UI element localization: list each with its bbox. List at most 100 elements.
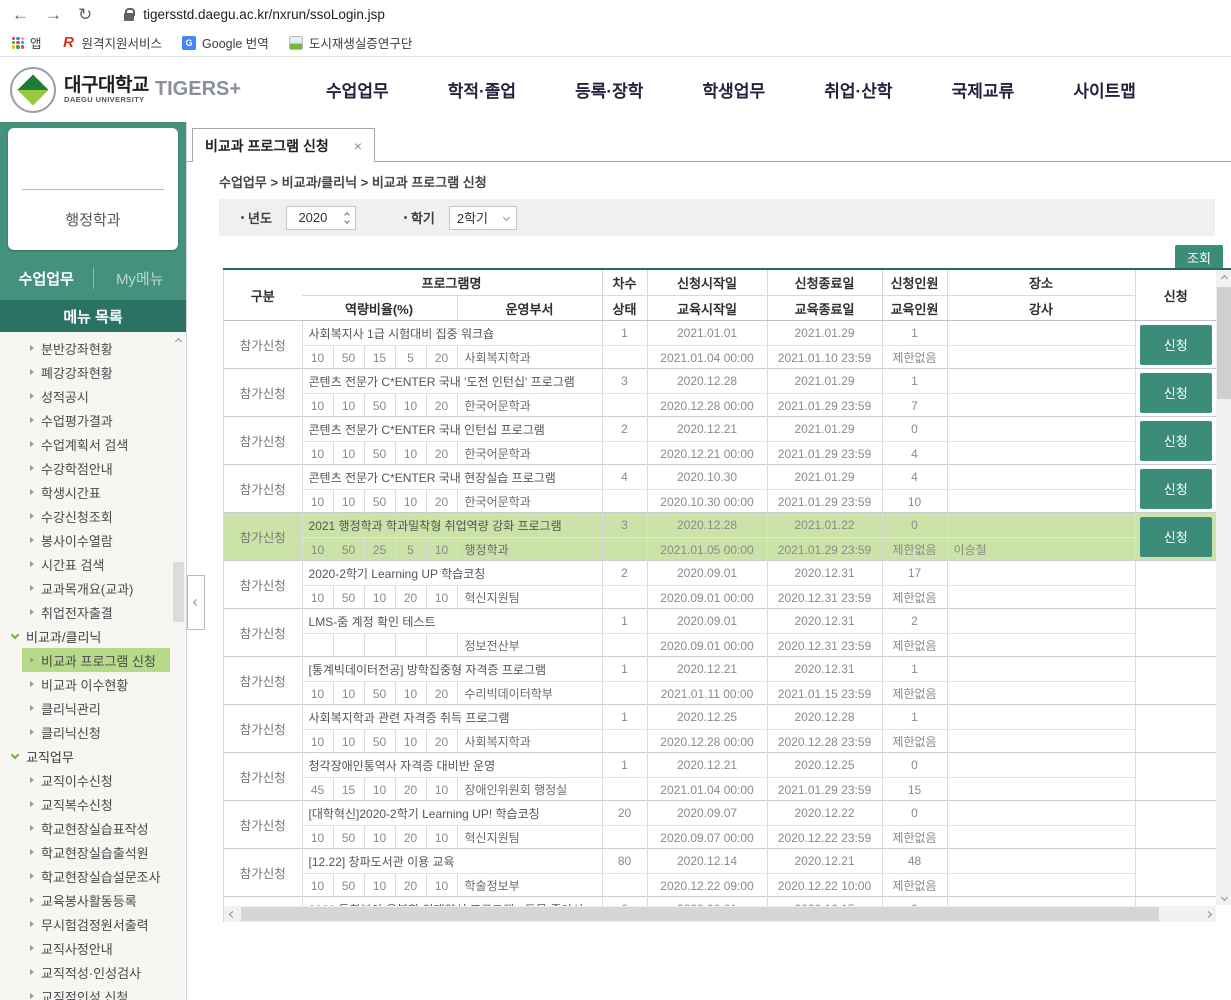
apply-end-cell: 2021.01.29 [767, 321, 882, 345]
ratio-cell: 20 [396, 874, 427, 897]
apply-button[interactable]: 신청 [1140, 373, 1212, 413]
ratio-cell: 10 [303, 826, 334, 849]
arrow-right-icon [30, 945, 34, 951]
bookmark-item[interactable]: 앱 [12, 33, 42, 52]
sidebar-item-label: 수업평가결과 [41, 411, 113, 430]
table-row[interactable]: 참가신청콘텐츠 전문가 C*ENTER 국내 현장실습 프로그램42020.10… [224, 465, 1216, 513]
scroll-left-icon[interactable] [224, 906, 240, 922]
ratio-cell: 10 [427, 778, 457, 801]
sidebar-menu-item[interactable]: 취업전자출결 [0, 600, 186, 624]
nav-item[interactable]: 수업업무 [326, 77, 389, 102]
sidebar-menu-item[interactable]: 학교현장실습표작성 [0, 816, 186, 840]
row-top: LMS-줌 계정 확인 테스트12020.09.012020.12.312 [302, 609, 1135, 633]
apply-start-cell: 2020.12.28 [647, 513, 767, 537]
apply-button[interactable]: 신청 [1140, 421, 1212, 461]
bookmark-item[interactable]: R원격지원서비스 [62, 33, 163, 52]
bookmarks-bar: 앱 R원격지원서비스 GGoogle 번역 도시재생실증연구단 [0, 29, 1231, 57]
tab-my-menu[interactable]: My메뉴 [94, 268, 187, 289]
sidebar-menu-item[interactable]: 비교과 프로그램 신청 [22, 648, 170, 672]
back-icon[interactable]: ← [12, 6, 29, 23]
close-icon[interactable]: × [354, 138, 362, 154]
nav-item[interactable]: 사이트맵 [1073, 77, 1136, 102]
apply-button[interactable]: 신청 [1140, 325, 1212, 365]
table-row[interactable]: 참가신청콘텐츠 전문가 C*ENTER 국내 '도전 인턴십' 프로그램3202… [224, 369, 1216, 417]
table-row[interactable]: 2020 특화분야 융복합 인재양성 프로그램 - 동물 좋아서62020.09… [224, 897, 1216, 906]
tab-program-apply[interactable]: 비교과 프로그램 신청 × [192, 128, 375, 162]
scrollbar-thumb[interactable] [173, 562, 184, 622]
sidebar-menu-item[interactable]: 비교과 이수현황 [0, 672, 186, 696]
nav-item[interactable]: 학적·졸업 [448, 77, 516, 102]
tab-class-work[interactable]: 수업업무 [0, 268, 93, 289]
table-row[interactable]: 참가신청2021 행정학과 학과밀착형 취업역량 강화 프로그램32020.12… [224, 513, 1216, 561]
row-top: 청각장애인통역사 자격증 대비반 운영12020.12.212020.12.25… [302, 753, 1135, 777]
scrollbar-thumb[interactable] [241, 907, 1159, 921]
scroll-up-icon[interactable] [172, 334, 185, 348]
apply-end-cell: 2020.12.31 [767, 609, 882, 633]
arrow-right-icon [30, 897, 34, 903]
table-row[interactable]: 참가신청사회복지학과 관련 자격증 취득 프로그램12020.12.252020… [224, 705, 1216, 753]
reload-icon[interactable]: ↻ [78, 6, 92, 23]
sidebar-menu-item[interactable]: 수업평가결과 [0, 408, 186, 432]
sidebar-menu-item[interactable]: 봉사이수열람 [0, 528, 186, 552]
table-row[interactable]: 참가신청[대학혁신]2020-2학기 Learning UP! 학습코칭2020… [224, 801, 1216, 849]
vertical-scrollbar[interactable] [1216, 270, 1231, 905]
table-row[interactable]: 참가신청[12.22] 창파도서관 이용 교육802020.12.142020.… [224, 849, 1216, 897]
sidebar-menu-item[interactable]: 무시험검정원서출력 [0, 912, 186, 936]
sidebar-menu-item[interactable]: 수강신청조회 [0, 504, 186, 528]
scroll-right-icon[interactable] [1200, 906, 1216, 922]
table-row[interactable]: 참가신청[통계빅데이터전공] 방학집중형 자격증 프로그램12020.12.21… [224, 657, 1216, 705]
table-row[interactable]: 참가신청사회복지사 1급 시험대비 집중 워크숍12021.01.012021.… [224, 321, 1216, 369]
program-name: 청각장애인통역사 자격증 대비반 운영 [302, 753, 602, 777]
program-name: 2020 특화분야 융복합 인재양성 프로그램 - 동물 좋아서 [302, 897, 602, 906]
sidebar-menu-item[interactable]: 교직적인성 신청 [0, 984, 186, 1000]
sidebar-menu-item[interactable]: 교직사정안내 [0, 936, 186, 960]
sidebar-group[interactable]: 비교과/클리닉 [0, 624, 186, 648]
university-logo-icon[interactable] [10, 67, 56, 113]
sidebar-menu-item[interactable]: 수강학점안내 [0, 456, 186, 480]
apply-button[interactable]: 신청 [1140, 469, 1212, 509]
sidebar-menu-item[interactable]: 교직복수신청 [0, 792, 186, 816]
spin-up-icon[interactable] [344, 212, 350, 218]
sidebar-menu-item[interactable]: 교직이수신청 [0, 768, 186, 792]
ratio-cell [365, 634, 396, 657]
apply-end-cell: 2020.12.31 [767, 561, 882, 585]
bookmark-item[interactable]: 도시재생실증연구단 [289, 33, 413, 52]
sidebar-scrollbar[interactable] [172, 332, 185, 1000]
forward-icon[interactable]: → [45, 6, 62, 23]
sidebar-menu-item[interactable]: 교직적성·인성검사 [0, 960, 186, 984]
sidebar-menu-item[interactable]: 학교현장실습출석원 [0, 840, 186, 864]
scroll-up-icon[interactable] [1216, 270, 1231, 286]
sidebar-menu-item[interactable]: 수업계획서 검색 [0, 432, 186, 456]
bookmark-item[interactable]: GGoogle 번역 [182, 33, 269, 52]
sidebar-collapse-handle[interactable] [187, 575, 205, 630]
sidebar-menu-item[interactable]: 교과목개요(교과) [0, 576, 186, 600]
sidebar-menu-item[interactable]: 성적공시 [0, 384, 186, 408]
sidebar-menu-item[interactable]: 분반강좌현황 [0, 336, 186, 360]
nav-item[interactable]: 취업·산학 [824, 77, 892, 102]
nav-item[interactable]: 학생업무 [703, 77, 766, 102]
year-stepper[interactable]: 2020 [286, 206, 356, 230]
sidebar-menu-item[interactable]: 클리닉관리 [0, 696, 186, 720]
table-row[interactable]: 참가신청청각장애인통역사 자격증 대비반 운영12020.12.212020.1… [224, 753, 1216, 801]
table-row[interactable]: 참가신청LMS-줌 계정 확인 테스트12020.09.012020.12.31… [224, 609, 1216, 657]
spin-down-icon[interactable] [344, 218, 350, 224]
horizontal-scrollbar[interactable] [224, 906, 1216, 922]
sidebar-menu-item[interactable]: 학교현장실습설문조사 [0, 864, 186, 888]
sidebar-menu-item[interactable]: 클리닉신청 [0, 720, 186, 744]
table-row[interactable]: 참가신청콘텐츠 전문가 C*ENTER 국내 인턴십 프로그램22020.12.… [224, 417, 1216, 465]
url-bar[interactable]: tigersstd.daegu.ac.kr/nxrun/ssoLogin.jsp [124, 3, 1231, 27]
sidebar-group[interactable]: 교직업무 [0, 744, 186, 768]
apply-button[interactable]: 신청 [1140, 517, 1212, 557]
sidebar-menu-item[interactable]: 교육봉사활동등록 [0, 888, 186, 912]
sidebar-menu-item[interactable]: 폐강강좌현황 [0, 360, 186, 384]
order-cell: 1 [602, 657, 647, 681]
scrollbar-thumb[interactable] [1217, 287, 1231, 399]
table-row[interactable]: 참가신청2020-2학기 Learning UP 학습코칭22020.09.01… [224, 561, 1216, 609]
nav-item[interactable]: 등록·장학 [575, 77, 643, 102]
search-button[interactable]: 조회 [1175, 245, 1223, 269]
semester-select[interactable]: 2학기 [449, 206, 517, 230]
sidebar-menu-item[interactable]: 학생시간표 [0, 480, 186, 504]
sidebar-menu-item[interactable]: 시간표 검색 [0, 552, 186, 576]
scroll-down-icon[interactable] [1216, 889, 1231, 905]
nav-item[interactable]: 국제교류 [952, 77, 1015, 102]
